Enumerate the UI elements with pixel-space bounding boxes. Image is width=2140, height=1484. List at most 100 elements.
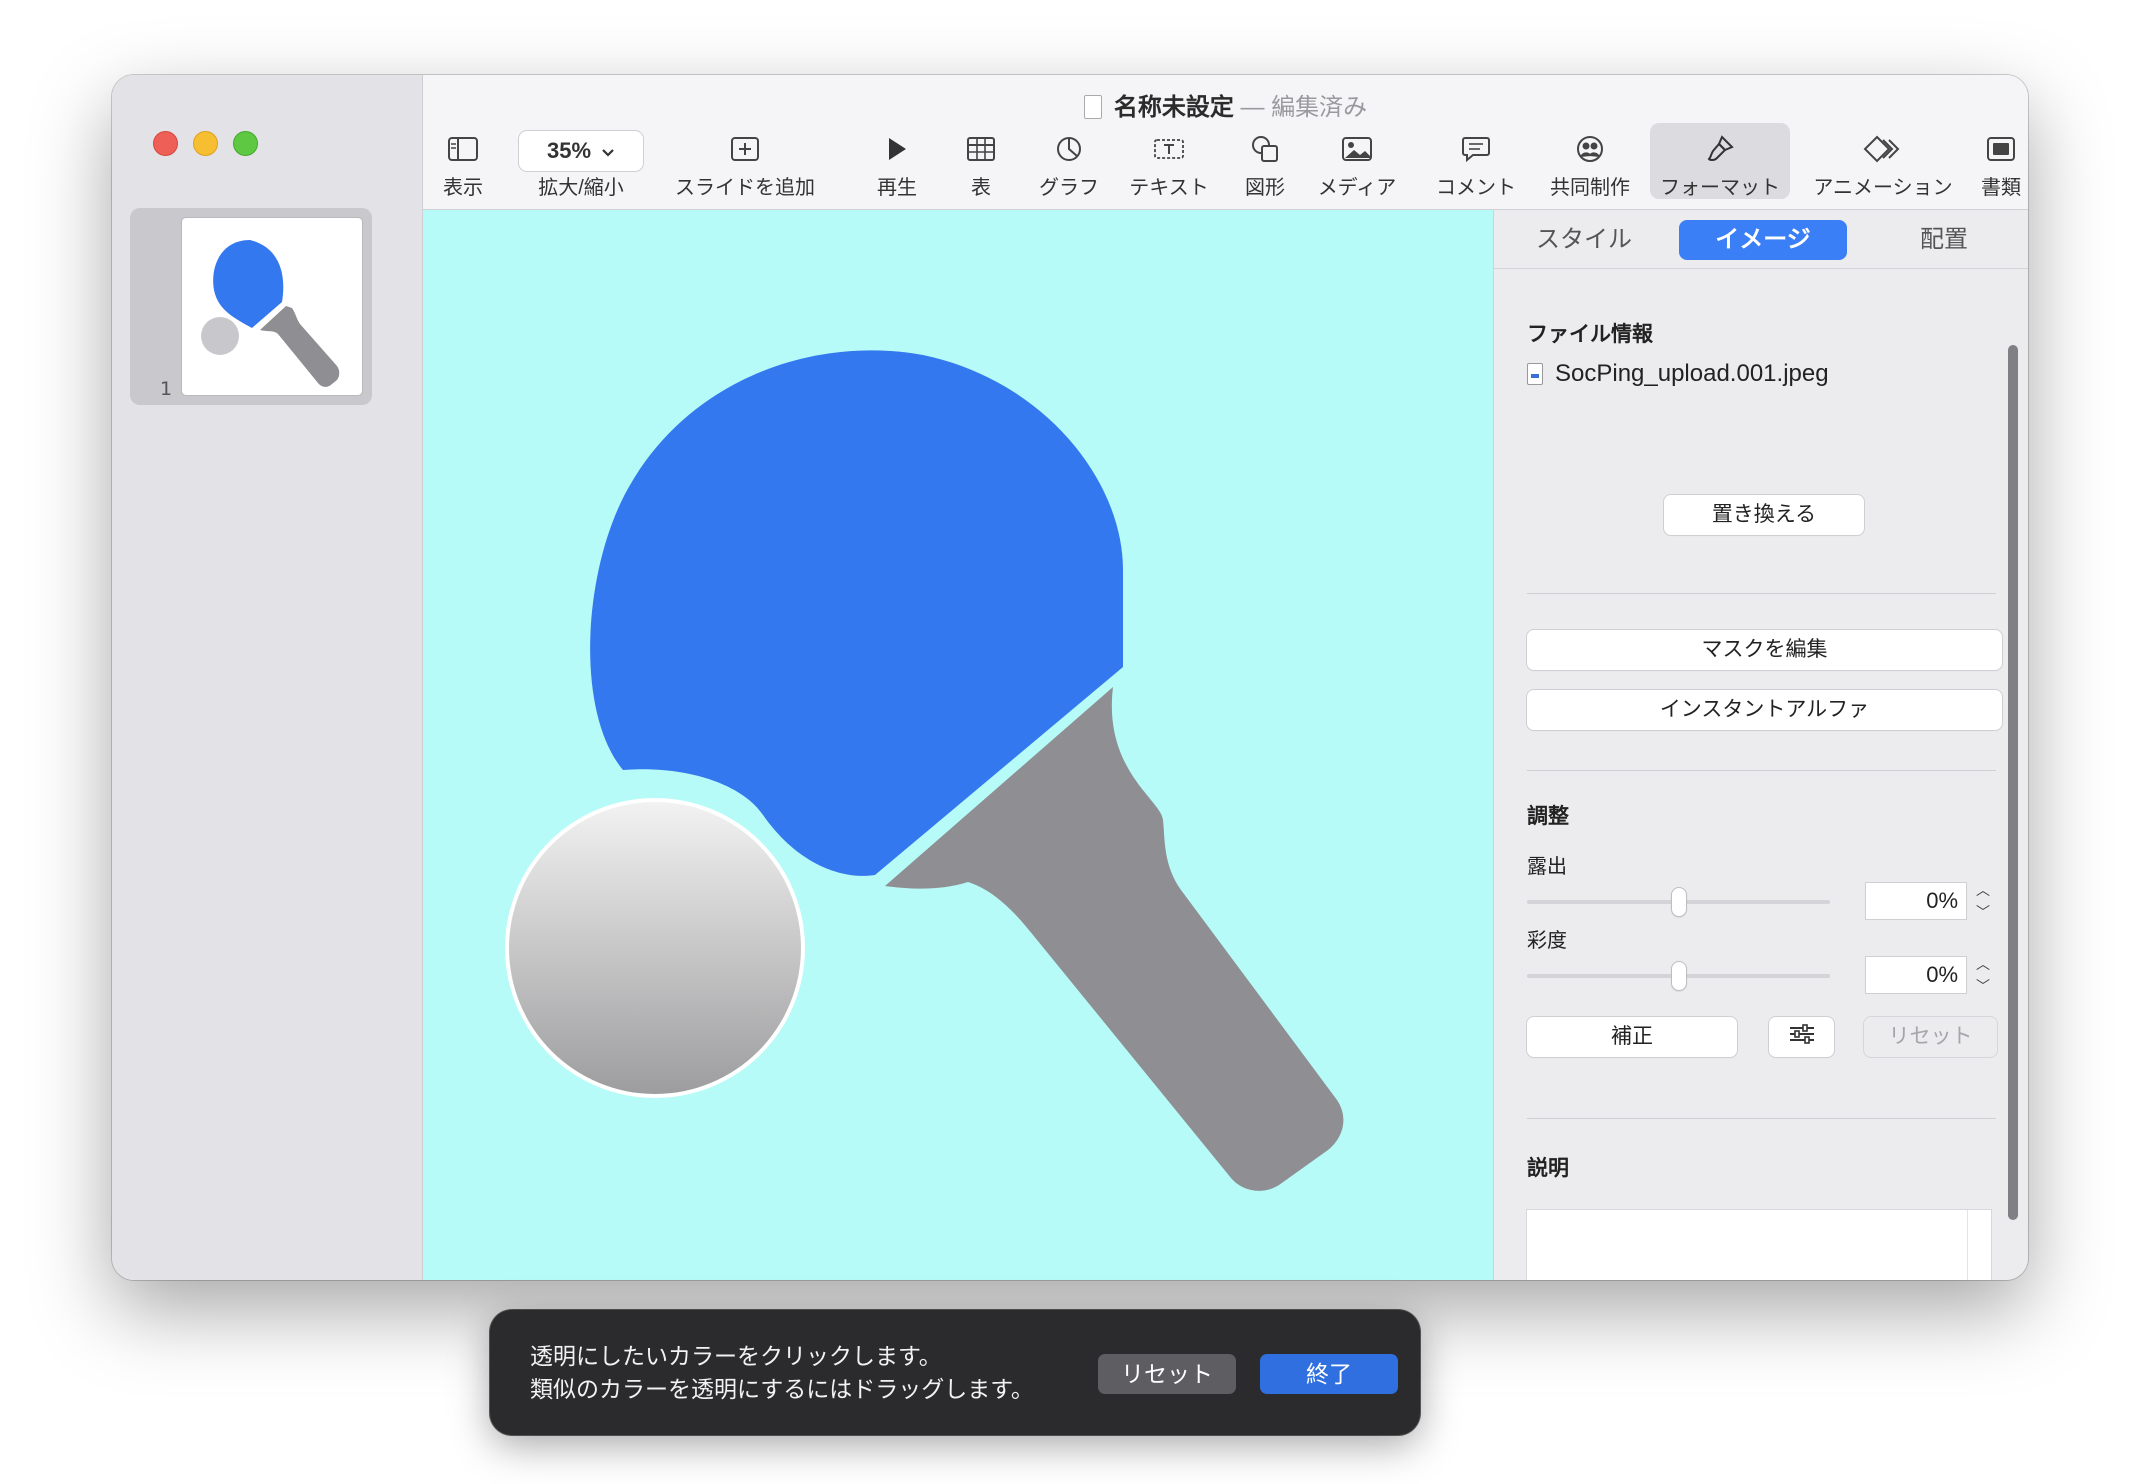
document-icon xyxy=(1083,95,1102,119)
table-label: 表 xyxy=(971,177,991,199)
stepper-down-icon[interactable]: ﹀ xyxy=(1976,977,1990,995)
exposure-slider-knob[interactable] xyxy=(1672,888,1686,916)
add-slide-button[interactable]: スライドを追加 xyxy=(670,131,820,200)
file-info-title: ファイル情報 xyxy=(1527,323,1653,346)
saturation-stepper[interactable]: ︿ ﹀ xyxy=(1972,955,1994,995)
collaborate-label: 共同制作 xyxy=(1550,177,1630,199)
paintbrush-icon xyxy=(1650,131,1790,167)
saturation-value-field[interactable]: 0% xyxy=(1866,957,1966,993)
file-info-row: SocPing_upload.001.jpeg xyxy=(1527,360,1829,388)
zoom-label: 拡大/縮小 xyxy=(538,177,624,199)
instant-alpha-button[interactable]: インスタントアルファ xyxy=(1527,690,2002,730)
slide-number: 1 xyxy=(160,378,173,400)
edit-mask-button[interactable]: マスクを編集 xyxy=(1527,630,2002,670)
comment-button[interactable]: コメント xyxy=(1426,131,1526,200)
text-button[interactable]: テキスト xyxy=(1124,131,1214,200)
hud-instruction-line-1: 透明にしたいカラーをクリックします。 xyxy=(530,1343,942,1369)
text-label: テキスト xyxy=(1129,177,1209,199)
jpeg-file-icon xyxy=(1527,363,1543,385)
play-label: 再生 xyxy=(877,177,917,199)
section-divider xyxy=(1527,593,1996,594)
hud-instructions: 透明にしたいカラーをクリックします。 類似のカラーを透明にするにはドラッグします… xyxy=(530,1340,1034,1406)
play-icon xyxy=(867,131,927,167)
close-window-button[interactable] xyxy=(153,131,178,156)
collaborate-button[interactable]: 共同制作 xyxy=(1545,131,1635,200)
view-button[interactable]: 表示 xyxy=(433,131,493,200)
adjust-title: 調整 xyxy=(1527,805,1569,828)
document-label: 書類 xyxy=(1981,177,2021,199)
slide-thumbnail-image xyxy=(182,218,362,395)
zoom-window-button[interactable] xyxy=(233,131,258,156)
document-title-bar: 名称未設定 — 編集済み xyxy=(423,87,2028,122)
enhance-button[interactable]: 補正 xyxy=(1527,1017,1737,1057)
format-inspector: スタイル イメージ 配置 ファイル情報 SocPing_upload.001.j… xyxy=(1493,210,2028,1280)
format-label: フォーマット xyxy=(1660,177,1780,199)
animation-diamond-icon xyxy=(1808,131,1958,167)
slide-navigator: 1 xyxy=(112,75,423,1280)
chart-label: グラフ xyxy=(1039,177,1099,199)
shape-icon xyxy=(1235,131,1295,167)
play-button[interactable]: 再生 xyxy=(867,131,927,200)
chart-button[interactable]: グラフ xyxy=(1034,131,1104,200)
section-divider xyxy=(1527,770,1996,771)
title-separator: — xyxy=(1240,94,1265,121)
add-slide-label: スライドを追加 xyxy=(675,177,815,199)
sliders-icon xyxy=(1788,1023,1816,1051)
document-status: 編集済み xyxy=(1271,94,1368,121)
comment-label: コメント xyxy=(1436,177,1516,199)
view-label: 表示 xyxy=(443,177,483,199)
ping-pong-paddle-image[interactable] xyxy=(423,210,1493,1280)
slide-canvas[interactable] xyxy=(423,210,1493,1280)
stepper-up-icon[interactable]: ︿ xyxy=(1976,881,1990,899)
exposure-stepper[interactable]: ︿ ﹀ xyxy=(1972,881,1994,921)
saturation-slider-knob[interactable] xyxy=(1672,962,1686,990)
shape-label: 図形 xyxy=(1245,177,1285,199)
description-textarea[interactable] xyxy=(1527,1210,1991,1280)
animation-label: アニメーション xyxy=(1813,177,1953,199)
table-icon xyxy=(956,131,1006,167)
format-button[interactable]: フォーマット xyxy=(1650,123,1790,199)
hud-reset-button[interactable]: リセット xyxy=(1098,1354,1236,1394)
description-scrollbar[interactable] xyxy=(1967,1210,1991,1280)
adjust-levels-button[interactable] xyxy=(1769,1017,1834,1057)
media-button[interactable]: メディア xyxy=(1312,131,1402,200)
section-divider xyxy=(1527,1118,1996,1119)
text-box-icon xyxy=(1124,131,1214,167)
document-title: 名称未設定 xyxy=(1113,94,1234,121)
sidebar-icon xyxy=(433,131,493,167)
photo-icon xyxy=(1312,131,1402,167)
stepper-down-icon[interactable]: ﹀ xyxy=(1976,903,1990,921)
table-button[interactable]: 表 xyxy=(956,131,1006,200)
tabs-divider xyxy=(1494,268,2028,269)
animate-button[interactable]: アニメーション xyxy=(1808,131,1958,200)
minimize-window-button[interactable] xyxy=(193,131,218,156)
comment-icon xyxy=(1426,131,1526,167)
stepper-up-icon[interactable]: ︿ xyxy=(1976,955,1990,973)
tab-arrange[interactable]: 配置 xyxy=(1874,220,2014,260)
replace-button[interactable]: 置き換える xyxy=(1664,495,1864,535)
hud-instruction-line-2: 類似のカラーを透明にするにはドラッグします。 xyxy=(530,1376,1034,1402)
zoom-popup[interactable]: 35% xyxy=(519,131,643,171)
add-slide-icon xyxy=(670,131,820,167)
zoom-value: 35% xyxy=(546,138,592,163)
inspector-tabs: スタイル イメージ 配置 xyxy=(1494,220,2028,266)
media-label: メディア xyxy=(1317,177,1397,199)
hud-done-button[interactable]: 終了 xyxy=(1260,1354,1398,1394)
reset-adjustments-button[interactable]: リセット xyxy=(1864,1017,1997,1057)
slide-thumbnail-1[interactable]: 1 xyxy=(130,208,372,405)
inspector-scrollbar[interactable] xyxy=(2008,345,2018,1220)
tab-style[interactable]: スタイル xyxy=(1514,220,1654,260)
chevron-down-icon xyxy=(601,138,615,164)
exposure-value-field[interactable]: 0% xyxy=(1866,883,1966,919)
document-inspector-icon xyxy=(1976,131,2026,167)
saturation-label: 彩度 xyxy=(1527,930,1567,952)
keynote-window: 1 名称未設定 — 編集済み 表示 35% 拡大/縮小 スライドを追加 再生 表… xyxy=(112,75,2028,1280)
collaborate-icon xyxy=(1545,131,1635,167)
document-button[interactable]: 書類 xyxy=(1976,131,2026,200)
tab-image[interactable]: イメージ xyxy=(1679,220,1847,260)
toolbar: 名称未設定 — 編集済み 表示 35% 拡大/縮小 スライドを追加 再生 表 グ… xyxy=(423,75,2028,210)
description-title: 説明 xyxy=(1527,1157,1569,1180)
instant-alpha-hud: 透明にしたいカラーをクリックします。 類似のカラーを透明にするにはドラッグします… xyxy=(490,1310,1420,1435)
shape-button[interactable]: 図形 xyxy=(1235,131,1295,200)
zoom-button[interactable]: 35% 拡大/縮小 xyxy=(516,131,646,200)
